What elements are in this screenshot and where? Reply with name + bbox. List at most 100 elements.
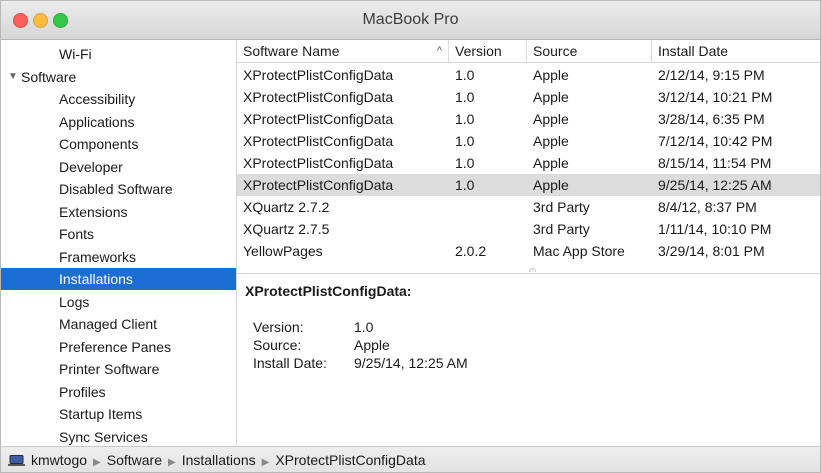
software-name-cell: XProtectPlistConfigData <box>243 111 394 127</box>
sidebar-item-wi-fi[interactable]: Wi-Fi <box>1 43 236 65</box>
sidebar-item-label: Startup Items <box>59 406 143 422</box>
sidebar-item-label: Developer <box>59 159 123 175</box>
title-bar[interactable]: MacBook Pro <box>1 1 820 40</box>
table-row[interactable]: XProtectPlistConfigData 1.0 Apple 3/28/14, … <box>237 108 820 130</box>
breadcrumb: kmwtogo ▶ Software ▶ Installations ▶ XProtectP… <box>31 447 426 472</box>
sidebar-item-label: Printer Software <box>59 361 160 377</box>
source-cell: Apple <box>533 111 569 127</box>
breadcrumb-item[interactable]: Installations <box>182 452 256 468</box>
breadcrumb-item[interactable]: Software <box>107 452 162 468</box>
version-cell: 1.0 <box>455 155 475 171</box>
detail-source-label: Source: <box>253 337 302 353</box>
sidebar-item-label: Wi-Fi <box>59 46 92 62</box>
install-date-cell: 3/12/14, 10:21 PM <box>658 89 773 105</box>
breadcrumb-separator-icon: ▶ <box>167 457 176 468</box>
sidebar-item-applications[interactable]: Applications <box>1 111 236 133</box>
sidebar-item-label: Fonts <box>59 226 95 242</box>
table-row[interactable]: XQuartz 2.7.5 3rd Party 1/11/14, 10:10 PM <box>237 218 820 240</box>
source-cell: Apple <box>533 89 569 105</box>
version-cell: 2.0.2 <box>455 243 487 259</box>
software-name-cell: XProtectPlistConfigData <box>243 155 394 171</box>
sidebar-item-label: Managed Client <box>59 316 158 332</box>
table-row[interactable]: YellowPages 2.0.2 Mac App Store 3/29/14, 8:… <box>237 240 820 262</box>
breadcrumb-item[interactable]: XProtectPlistConfigData <box>275 452 425 468</box>
breadcrumb-separator-icon: ▶ <box>261 457 270 468</box>
sidebar-item-profiles[interactable]: Profiles <box>1 381 236 403</box>
detail-title: XProtectPlistConfigData: <box>245 283 412 299</box>
version-cell: 1.0 <box>455 133 475 149</box>
sidebar-item-logs[interactable]: Logs <box>1 291 236 313</box>
version-cell: 1.0 <box>455 67 475 83</box>
computer-icon <box>8 455 25 466</box>
sidebar-item-label: Preference Panes <box>59 339 172 355</box>
install-date-cell: 9/25/14, 12:25 AM <box>658 177 772 193</box>
sidebar-item-components[interactable]: Components <box>1 133 236 155</box>
version-cell: 1.0 <box>455 89 475 105</box>
software-name-cell: YellowPages <box>243 243 323 259</box>
source-cell: Apple <box>533 177 569 193</box>
scroll-indicator[interactable] <box>529 268 536 272</box>
source-cell: Apple <box>533 67 569 83</box>
sort-ascending-icon: ^ <box>436 45 442 57</box>
detail-install-date-value: 9/25/14, 12:25 AM <box>354 355 468 371</box>
column-header-install-date[interactable]: Install Date <box>652 40 820 62</box>
sidebar-item-label: Profiles <box>59 384 106 400</box>
column-header-label: Source <box>533 43 578 59</box>
source-cell: 3rd Party <box>533 221 590 237</box>
sidebar-item-label: Accessibility <box>59 91 136 107</box>
install-date-cell: 7/12/14, 10:42 PM <box>658 133 773 149</box>
window-title: MacBook Pro <box>362 11 459 28</box>
install-date-cell: 1/11/14, 10:10 PM <box>658 221 772 237</box>
sidebar-item-printer-software[interactable]: Printer Software <box>1 358 236 380</box>
table-row[interactable]: XProtectPlistConfigData 1.0 Apple 9/25/14, … <box>237 174 820 196</box>
sidebar-item-label: Sync Services <box>59 429 148 445</box>
version-cell: 1.0 <box>455 177 475 193</box>
sidebar-item-developer[interactable]: Developer <box>1 156 236 178</box>
sidebar-item-label: Logs <box>59 294 90 310</box>
sidebar-item-label: Extensions <box>59 204 128 220</box>
column-header-label: Version <box>455 43 502 59</box>
sidebar-item-label: Frameworks <box>59 249 137 265</box>
sidebar-item-sync-services[interactable]: Sync Services <box>1 426 236 445</box>
sidebar-item-disabled-software[interactable]: Disabled Software <box>1 178 236 200</box>
column-header-label: Software Name <box>243 43 340 59</box>
install-date-cell: 3/29/14, 8:01 PM <box>658 243 765 259</box>
table-row[interactable]: XQuartz 2.7.2 3rd Party 8/4/12, 8:37 PM <box>237 196 820 218</box>
disclosure-triangle-icon[interactable]: ▼ <box>8 66 18 88</box>
breadcrumb-separator-icon: ▶ <box>93 457 101 468</box>
source-cell: Mac App Store <box>533 243 625 259</box>
software-name-cell: XQuartz 2.7.2 <box>243 199 330 215</box>
install-date-cell: 8/15/14, 11:54 PM <box>658 155 772 171</box>
sidebar-group-software[interactable]: ▼ Software <box>1 66 236 88</box>
install-date-cell: 8/4/12, 8:37 PM <box>658 199 757 215</box>
sidebar-item-frameworks[interactable]: Frameworks <box>1 246 236 268</box>
sidebar-item-label: Components <box>59 136 139 152</box>
sidebar-item-accessibility[interactable]: Accessibility <box>1 88 236 110</box>
breadcrumb-item[interactable]: kmwtogo <box>31 452 87 468</box>
table-row[interactable]: XProtectPlistConfigData 1.0 Apple 2/12/14, … <box>237 64 820 86</box>
sidebar-item-startup-items[interactable]: Startup Items <box>1 403 236 425</box>
software-name-cell: XQuartz 2.7.5 <box>243 221 330 237</box>
table-row[interactable]: XProtectPlistConfigData 1.0 Apple 8/15/14, … <box>237 152 820 174</box>
detail-pane: XProtectPlistConfigData: Version: 1.0 So… <box>237 273 820 446</box>
sidebar-item-fonts[interactable]: Fonts <box>1 223 236 245</box>
column-header-version[interactable]: Version <box>449 40 527 62</box>
detail-version-label: Version: <box>253 319 304 335</box>
sidebar-item-managed-client[interactable]: Managed Client <box>1 313 236 335</box>
system-information-window: MacBook Pro Wi-Fi ▼ Software Accessibility A… <box>0 0 821 473</box>
sidebar-item-preference-panes[interactable]: Preference Panes <box>1 336 236 358</box>
sidebar-item-label: Disabled Software <box>59 181 173 197</box>
version-cell: 1.0 <box>455 111 475 127</box>
sidebar-item-label: Applications <box>59 114 135 130</box>
sidebar-item-label: Software <box>21 69 77 85</box>
install-date-cell: 2/12/14, 9:15 PM <box>658 67 765 83</box>
software-name-cell: XProtectPlistConfigData <box>243 67 394 83</box>
column-header-software-name[interactable]: Software Name ^ <box>237 40 449 62</box>
detail-version-value: 1.0 <box>354 319 374 335</box>
software-name-cell: XProtectPlistConfigData <box>243 177 394 193</box>
sidebar-item-installations[interactable]: Installations <box>1 268 236 290</box>
table-row[interactable]: XProtectPlistConfigData 1.0 Apple 3/12/14, … <box>237 86 820 108</box>
sidebar-item-extensions[interactable]: Extensions <box>1 201 236 223</box>
column-header-source[interactable]: Source <box>527 40 652 62</box>
table-row[interactable]: XProtectPlistConfigData 1.0 Apple 7/12/14, … <box>237 130 820 152</box>
